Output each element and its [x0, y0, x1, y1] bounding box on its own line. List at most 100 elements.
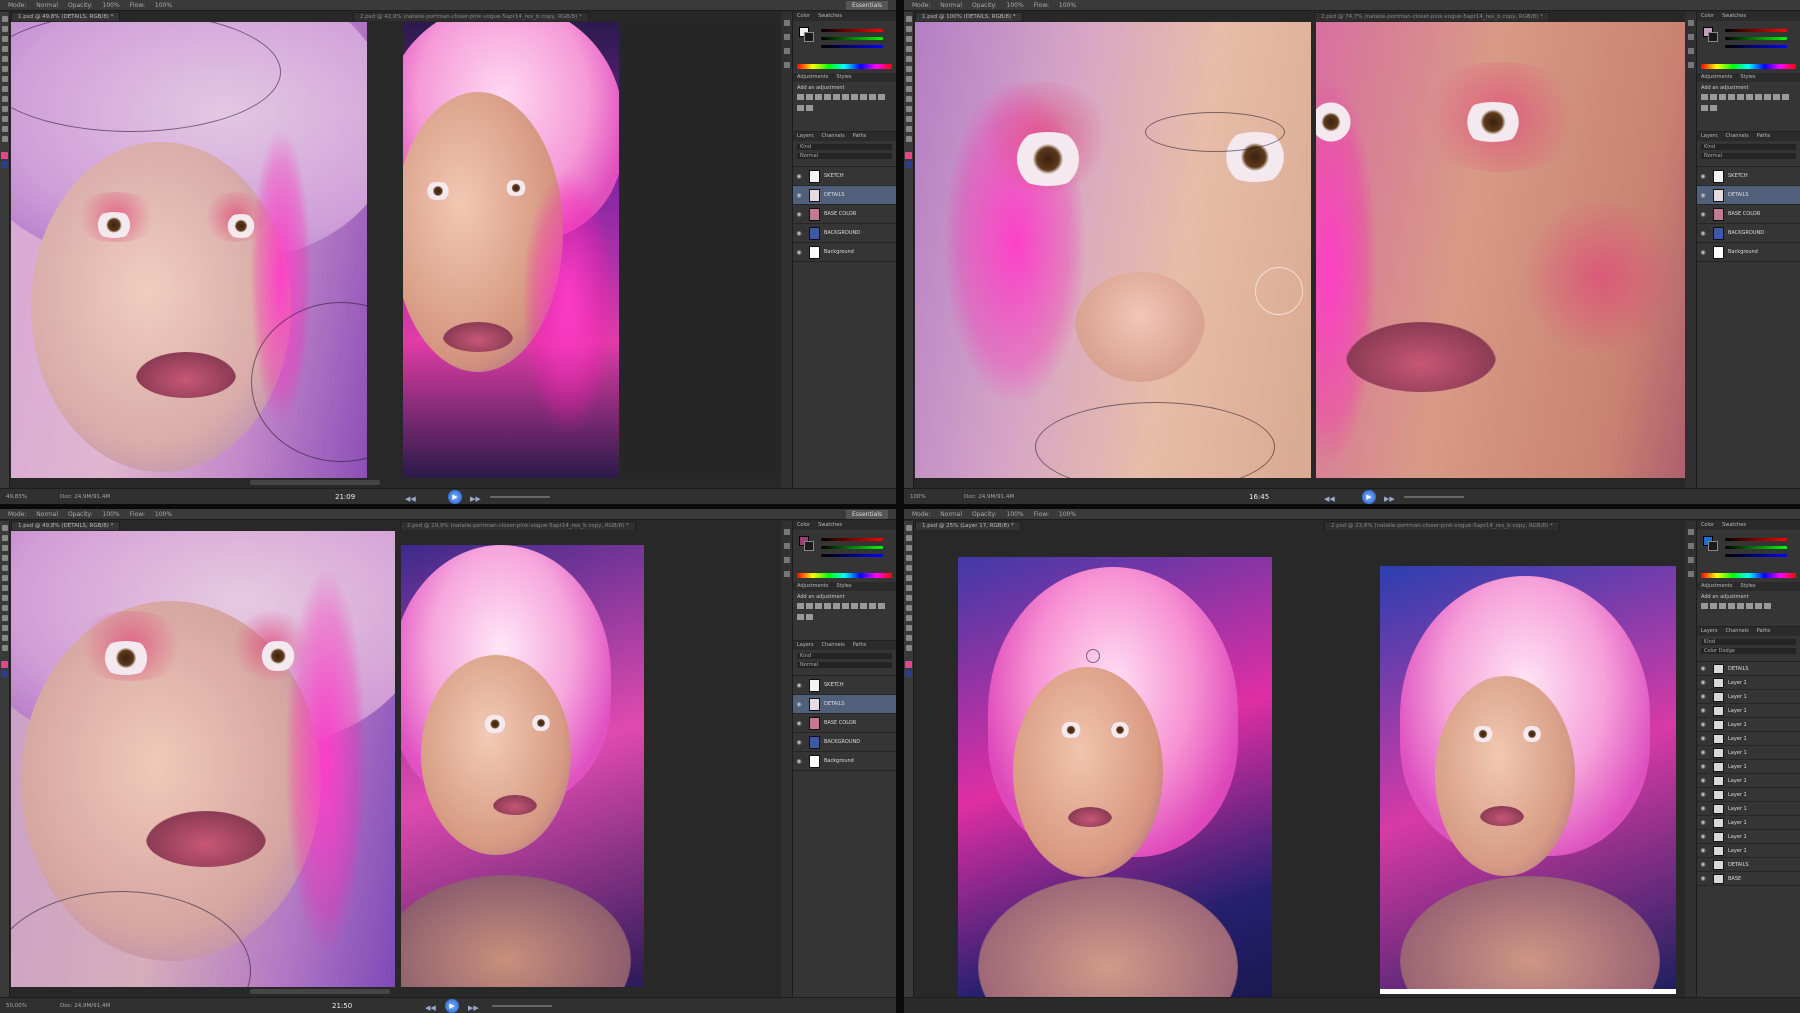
- text-tool-icon[interactable]: [906, 116, 912, 122]
- layer-row[interactable]: ◉SKETCH: [793, 167, 896, 186]
- layer-row[interactable]: ◉Layer 1: [1697, 844, 1800, 858]
- levels-icon[interactable]: [1710, 603, 1717, 609]
- pen-tool-icon[interactable]: [906, 106, 912, 112]
- document-tab-active[interactable]: 1.psd @ 49,8% (DETAILS, RGB/8) *: [11, 12, 120, 21]
- visibility-eye-icon[interactable]: ◉: [1697, 791, 1709, 798]
- crop-tool-icon[interactable]: [906, 555, 912, 561]
- vibrance-icon[interactable]: [833, 603, 840, 609]
- vibrance-icon[interactable]: [833, 94, 840, 100]
- character-icon[interactable]: [784, 571, 790, 577]
- play-button[interactable]: ▶: [1362, 490, 1376, 504]
- levels-icon[interactable]: [806, 94, 813, 100]
- pen-tool-icon[interactable]: [2, 106, 8, 112]
- visibility-eye-icon[interactable]: ◉: [793, 739, 805, 746]
- flow-value[interactable]: 100%: [1059, 2, 1076, 9]
- visibility-eye-icon[interactable]: ◉: [1697, 861, 1709, 868]
- vibrance-icon[interactable]: [1737, 603, 1744, 609]
- tab-layers[interactable]: Layers: [1701, 628, 1718, 634]
- bw-icon[interactable]: [1764, 603, 1771, 609]
- layer-filter-kind[interactable]: Kind: [797, 653, 892, 659]
- blue-slider[interactable]: [1725, 45, 1787, 48]
- tab-styles[interactable]: Styles: [836, 583, 851, 589]
- opacity-value[interactable]: 100%: [103, 2, 120, 9]
- visibility-eye-icon[interactable]: ◉: [1697, 693, 1709, 700]
- visibility-eye-icon[interactable]: ◉: [793, 249, 805, 256]
- levels-icon[interactable]: [806, 603, 813, 609]
- color-ramp[interactable]: [797, 573, 892, 578]
- visibility-eye-icon[interactable]: ◉: [1697, 192, 1709, 199]
- tab-styles[interactable]: Styles: [1740, 583, 1755, 589]
- layer-row[interactable]: ◉Layer 1: [1697, 704, 1800, 718]
- blue-slider[interactable]: [821, 554, 883, 557]
- tab-layers[interactable]: Layers: [1701, 133, 1718, 139]
- visibility-eye-icon[interactable]: ◉: [1697, 833, 1709, 840]
- brush-preset-icon[interactable]: [784, 34, 790, 40]
- background-color-swatch[interactable]: [804, 541, 814, 551]
- hand-tool-icon[interactable]: [906, 126, 912, 132]
- layer-row[interactable]: ◉Layer 1: [1697, 746, 1800, 760]
- workspace-essentials-button[interactable]: Essentials: [846, 1, 888, 10]
- visibility-eye-icon[interactable]: ◉: [1697, 749, 1709, 756]
- tab-adjustments[interactable]: Adjustments: [797, 583, 828, 589]
- visibility-eye-icon[interactable]: ◉: [1697, 847, 1709, 854]
- text-tool-icon[interactable]: [906, 625, 912, 631]
- layer-row[interactable]: ◉BACKGROUND: [793, 224, 896, 243]
- exposure-icon[interactable]: [1728, 94, 1735, 100]
- balance-icon[interactable]: [851, 603, 858, 609]
- text-tool-icon[interactable]: [2, 116, 8, 122]
- curves-icon[interactable]: [1719, 603, 1726, 609]
- crop-tool-icon[interactable]: [2, 46, 8, 52]
- stamp-tool-icon[interactable]: [906, 76, 912, 82]
- document-tab-reference[interactable]: 2.psd @ 42,9% (natalie-portman-closer-pi…: [353, 12, 589, 21]
- visibility-eye-icon[interactable]: ◉: [1697, 819, 1709, 826]
- eraser-tool-icon[interactable]: [2, 595, 8, 601]
- tab-adjustments[interactable]: Adjustments: [797, 74, 828, 80]
- play-button[interactable]: ▶: [448, 490, 462, 504]
- layer-row[interactable]: ◉Layer 1: [1697, 718, 1800, 732]
- posterize-icon[interactable]: [1710, 105, 1717, 111]
- brightness-icon[interactable]: [1701, 94, 1708, 100]
- move-tool-icon[interactable]: [2, 525, 8, 531]
- tab-layers[interactable]: Layers: [797, 642, 814, 648]
- mode-value[interactable]: Normal: [36, 511, 58, 518]
- blend-mode-select[interactable]: Normal: [797, 153, 892, 159]
- background-color-swatch[interactable]: [804, 32, 814, 42]
- zoom-tool-icon[interactable]: [906, 136, 912, 142]
- tab-adjustments[interactable]: Adjustments: [1701, 583, 1732, 589]
- blend-mode-select[interactable]: Color Dodge: [1701, 648, 1796, 654]
- layer-row[interactable]: ◉Background: [1697, 243, 1800, 262]
- flow-value[interactable]: 100%: [155, 2, 172, 9]
- red-slider[interactable]: [1725, 29, 1787, 32]
- crop-tool-icon[interactable]: [906, 46, 912, 52]
- zoom-level[interactable]: 49,83%: [6, 489, 27, 504]
- tab-channels[interactable]: Channels: [822, 133, 845, 139]
- tab-adjustments[interactable]: Adjustments: [1701, 74, 1732, 80]
- blend-mode-select[interactable]: Normal: [797, 662, 892, 668]
- forward-icon[interactable]: ▶▶: [468, 1000, 479, 1013]
- lasso-tool-icon[interactable]: [2, 545, 8, 551]
- layer-row[interactable]: ◉Layer 1: [1697, 816, 1800, 830]
- layer-row[interactable]: ◉BASE COLOR: [793, 714, 896, 733]
- layer-row-selected[interactable]: ◉DETAILS: [1697, 186, 1800, 205]
- tab-paths[interactable]: Paths: [853, 133, 867, 139]
- move-tool-icon[interactable]: [906, 525, 912, 531]
- visibility-eye-icon[interactable]: ◉: [1697, 875, 1709, 882]
- visibility-eye-icon[interactable]: ◉: [793, 720, 805, 727]
- photo-filter-icon[interactable]: [869, 94, 876, 100]
- tab-channels[interactable]: Channels: [1726, 628, 1749, 634]
- visibility-eye-icon[interactable]: ◉: [1697, 721, 1709, 728]
- foreground-color-swatch[interactable]: [1, 152, 8, 159]
- visibility-eye-icon[interactable]: ◉: [793, 701, 805, 708]
- hand-tool-icon[interactable]: [906, 635, 912, 641]
- lasso-tool-icon[interactable]: [2, 36, 8, 42]
- zoom-tool-icon[interactable]: [2, 645, 8, 651]
- character-icon[interactable]: [784, 62, 790, 68]
- hue-icon[interactable]: [842, 603, 849, 609]
- tab-paths[interactable]: Paths: [853, 642, 867, 648]
- document-tab-reference[interactable]: 2.psd @ 74,7% (natalie-portman-closer-pi…: [1314, 12, 1550, 21]
- eyedropper-tool-icon[interactable]: [906, 56, 912, 62]
- eraser-tool-icon[interactable]: [2, 86, 8, 92]
- blue-slider[interactable]: [821, 45, 883, 48]
- layer-row[interactable]: ◉Background: [793, 752, 896, 771]
- curves-icon[interactable]: [815, 94, 822, 100]
